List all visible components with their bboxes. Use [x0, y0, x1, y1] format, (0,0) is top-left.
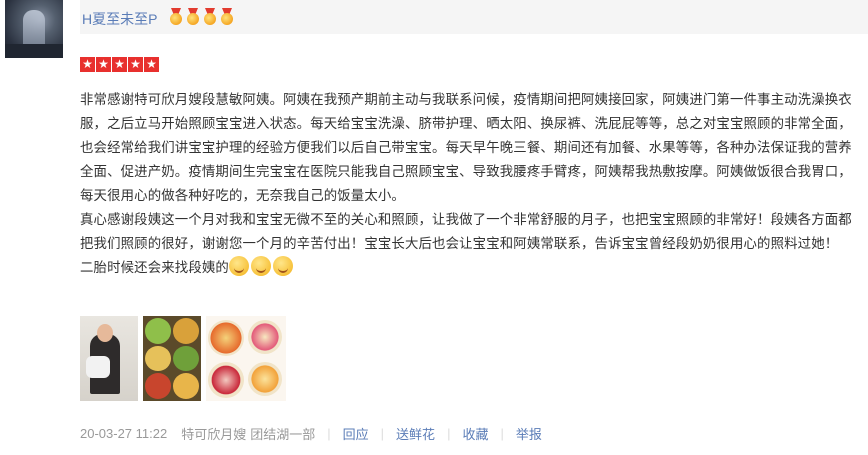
star-icon: ★: [112, 57, 127, 72]
username-link[interactable]: H夏至未至P: [82, 9, 157, 29]
user-avatar[interactable]: [5, 0, 63, 58]
star-icon: ★: [96, 57, 111, 72]
review-photos: [80, 316, 286, 401]
mother-with-baby-photo[interactable]: [80, 316, 138, 401]
medal-icon: [203, 8, 217, 25]
divider: |: [447, 426, 451, 441]
fruit-plate-icon: [208, 362, 244, 398]
review-closing-text: 二胎时候还会来找段姨的: [80, 260, 229, 275]
fruit-plate-icon: [248, 320, 282, 354]
meal-dishes-photo[interactable]: [143, 316, 201, 401]
medal-icon: [186, 8, 200, 25]
divider: |: [327, 426, 331, 441]
reply-link[interactable]: 回应: [343, 424, 369, 443]
review-paragraph: 真心感谢段姨这一个月对我和宝宝无微不至的关心和照顾，让我做了一个非常舒服的月子，…: [80, 212, 852, 251]
photo-face: [97, 324, 113, 342]
review-paragraph: 非常感谢特可欣月嫂段慧敏阿姨。阿姨在我预产期前主动与我联系问候，疫情期间把阿姨接…: [80, 92, 852, 203]
dish-icon: [173, 318, 199, 344]
dish-icon: [145, 345, 171, 372]
medal-icon: [220, 8, 234, 25]
photo-baby: [86, 356, 110, 378]
branch-name: 团结湖一部: [250, 427, 316, 442]
agency-name: 特可欣月嫂: [181, 427, 247, 442]
review-text: 非常感谢特可欣月嫂段慧敏阿姨。阿姨在我预产期前主动与我联系问候，疫情期间把阿姨接…: [80, 88, 865, 280]
review-header: H夏至未至P: [80, 0, 868, 34]
star-rating: ★ ★ ★ ★ ★: [80, 57, 159, 72]
avatar-ground: [5, 44, 63, 58]
divider: |: [380, 426, 385, 441]
favorite-link[interactable]: 收藏: [462, 424, 488, 443]
fruit-platter-photo[interactable]: [206, 316, 286, 401]
smile-emoji-icon: [272, 256, 293, 276]
review-paragraph-last: 二胎时候还会来找段姨的: [80, 256, 865, 280]
review-date: 20-03-27 11:22: [80, 426, 168, 441]
dish-icon: [173, 373, 199, 399]
fruit-plate-icon: [248, 362, 282, 396]
send-flowers-link[interactable]: 送鲜花: [396, 424, 435, 443]
dish-icon: [173, 345, 199, 372]
star-icon: ★: [144, 57, 159, 72]
star-icon: ★: [80, 57, 95, 72]
dish-icon: [145, 373, 171, 399]
smile-emoji-icon: [228, 256, 249, 276]
medal-icon: [169, 8, 183, 25]
report-link[interactable]: 举报: [516, 424, 542, 443]
divider: |: [500, 426, 504, 441]
star-icon: ★: [128, 57, 143, 72]
medal-badges: [169, 8, 234, 25]
review-footer: 20-03-27 11:22 特可欣月嫂 团结湖一部 | 回应 | 送鲜花 | …: [80, 424, 542, 443]
fruit-plate-icon: [208, 320, 244, 356]
smile-emoji-icon: [250, 256, 271, 276]
dish-icon: [145, 318, 171, 344]
